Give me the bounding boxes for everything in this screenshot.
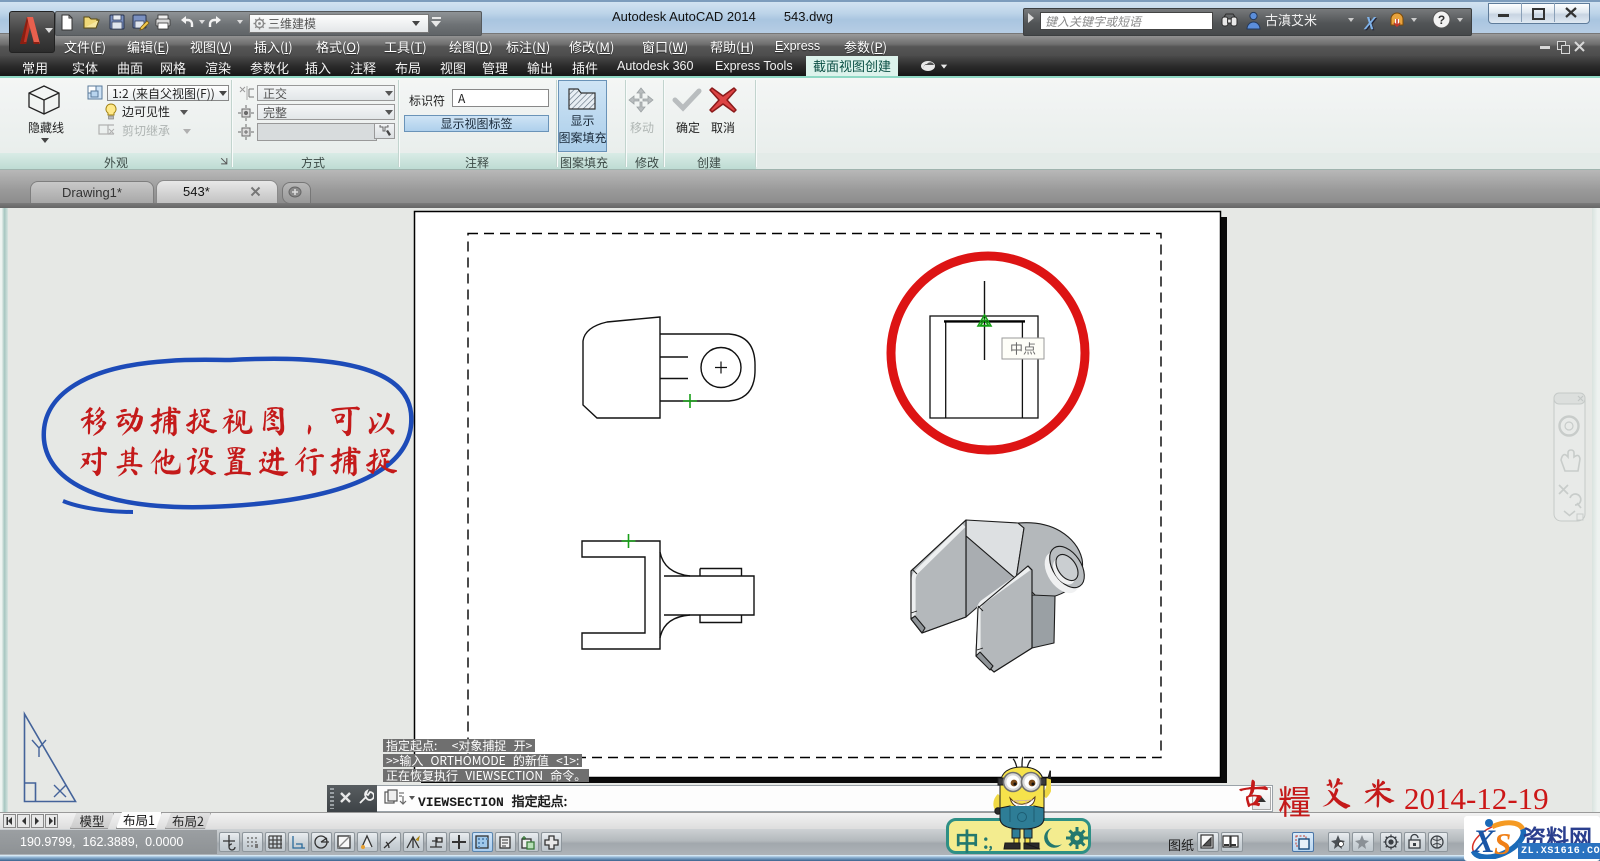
svg-text:S: S: [1494, 826, 1511, 859]
svg-text:?: ?: [1438, 13, 1445, 27]
svg-text:X: X: [1472, 824, 1496, 859]
svg-text:中点: 中点: [1010, 339, 1036, 358]
